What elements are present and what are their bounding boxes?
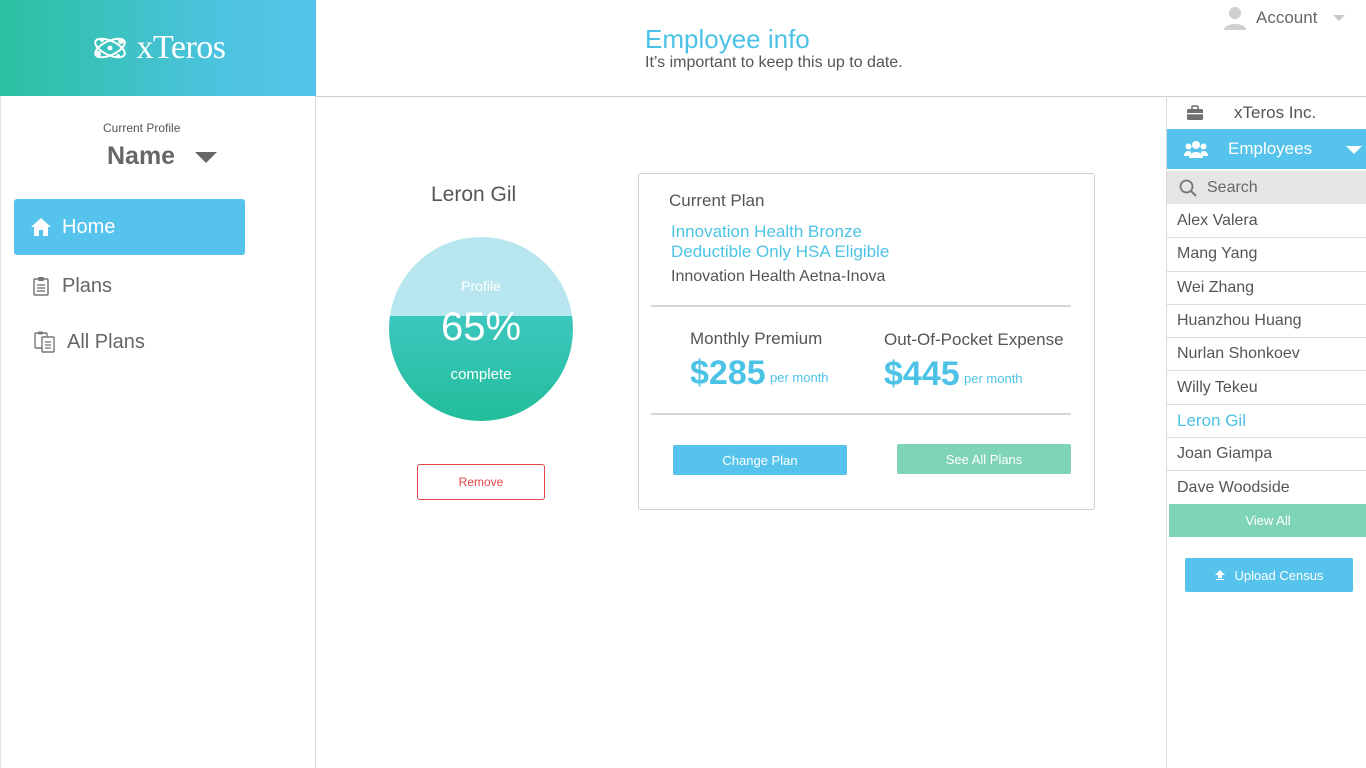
- search-input[interactable]: [1207, 178, 1357, 197]
- sidebar-item-home[interactable]: Home: [14, 199, 245, 255]
- page-title: Employee info: [645, 24, 810, 54]
- out-of-pocket-label: Out-Of-Pocket Expense: [884, 330, 1064, 349]
- sidebar: Current Profile Name Home Plans All Plan…: [0, 96, 316, 768]
- search-icon: [1179, 179, 1197, 197]
- page-subtitle: It’s important to keep this up to date.: [645, 54, 903, 71]
- monthly-premium-label: Monthly Premium: [690, 329, 823, 348]
- employee-list: Alex Valera Mang Yang Wei Zhang Huanzhou…: [1167, 205, 1366, 505]
- upload-icon: [1214, 570, 1225, 580]
- sidebar-item-label: Home: [62, 215, 116, 238]
- sidebar-item-plans[interactable]: Plans: [14, 258, 245, 314]
- employee-name: Leron Gil: [431, 183, 517, 206]
- list-item[interactable]: Nurlan Shonkoev: [1167, 338, 1366, 372]
- account-label: Account: [1256, 8, 1318, 27]
- sidebar-item-all-plans[interactable]: All Plans: [14, 314, 245, 370]
- caret-down-icon: [195, 152, 218, 163]
- list-item[interactable]: Mang Yang: [1167, 238, 1366, 272]
- sidebar-item-label: All Plans: [67, 330, 145, 353]
- employees-header[interactable]: Employees: [1167, 129, 1366, 169]
- brand-header: xTeros: [0, 0, 316, 96]
- caret-down-icon: [1346, 146, 1362, 154]
- company-selector[interactable]: xTeros Inc.: [1167, 96, 1366, 129]
- upload-census-label: Upload Census: [1234, 567, 1324, 583]
- plan-name-line2: Deductible Only HSA Eligible: [671, 242, 890, 261]
- profile-name: Name: [107, 142, 176, 170]
- employee-panel: xTeros Inc. Employees Alex Valera Mang Y…: [1166, 96, 1366, 768]
- clipboards-icon: [34, 331, 56, 353]
- list-item[interactable]: Joan Giampa: [1167, 438, 1366, 472]
- plan-divider: [651, 305, 1071, 307]
- employee-search: [1167, 171, 1366, 204]
- monthly-premium-unit: per month: [770, 370, 829, 385]
- progress-value: 65%: [440, 305, 522, 349]
- out-of-pocket-unit: per month: [964, 371, 1023, 386]
- monthly-premium-value: $285: [690, 354, 766, 392]
- logo-mark-icon: [94, 37, 127, 59]
- clipboard-icon: [30, 275, 52, 297]
- plan-carrier: Innovation Health Aetna-Inova: [671, 268, 886, 285]
- company-name: xTeros Inc.: [1234, 102, 1317, 122]
- list-item[interactable]: Wei Zhang: [1167, 272, 1366, 305]
- logo-text: xTeros: [136, 29, 226, 66]
- list-item[interactable]: Alex Valera: [1167, 205, 1366, 239]
- plan-divider: [651, 413, 1071, 415]
- profile-progress-circle: Profile 65% complete: [389, 237, 573, 421]
- account-menu[interactable]: Account: [1222, 4, 1346, 32]
- list-item[interactable]: Willy Tekeu: [1167, 371, 1366, 405]
- current-plan-card: Current Plan Innovation Health Bronze De…: [638, 173, 1095, 510]
- list-item[interactable]: Dave Woodside: [1167, 471, 1366, 504]
- change-plan-button[interactable]: Change Plan: [673, 445, 847, 475]
- progress-label-bottom: complete: [450, 366, 512, 383]
- logo[interactable]: xTeros: [90, 29, 226, 67]
- users-icon: [1184, 141, 1208, 158]
- briefcase-icon: [1187, 104, 1203, 120]
- home-icon: [30, 216, 52, 238]
- profile-caption: Current Profile: [103, 121, 181, 135]
- profile-selector[interactable]: Name: [107, 142, 218, 171]
- out-of-pocket-value: $445: [884, 355, 960, 393]
- user-icon: [1224, 7, 1246, 30]
- list-item[interactable]: Huanzhou Huang: [1167, 305, 1366, 339]
- chevron-down-icon: [1333, 15, 1346, 21]
- progress-label-top: Profile: [461, 278, 501, 294]
- employees-label: Employees: [1228, 139, 1313, 158]
- plan-name[interactable]: Innovation Health Bronze Deductible Only…: [671, 222, 889, 262]
- upload-census-button[interactable]: Upload Census: [1185, 558, 1353, 592]
- view-all-button[interactable]: View All: [1169, 504, 1366, 537]
- sidebar-item-label: Plans: [62, 274, 113, 297]
- remove-button[interactable]: Remove: [417, 464, 545, 500]
- list-item-selected[interactable]: Leron Gil: [1167, 405, 1366, 439]
- plan-name-line1: Innovation Health Bronze: [671, 222, 862, 241]
- see-all-plans-button[interactable]: See All Plans: [897, 444, 1071, 474]
- plan-heading: Current Plan: [669, 191, 765, 210]
